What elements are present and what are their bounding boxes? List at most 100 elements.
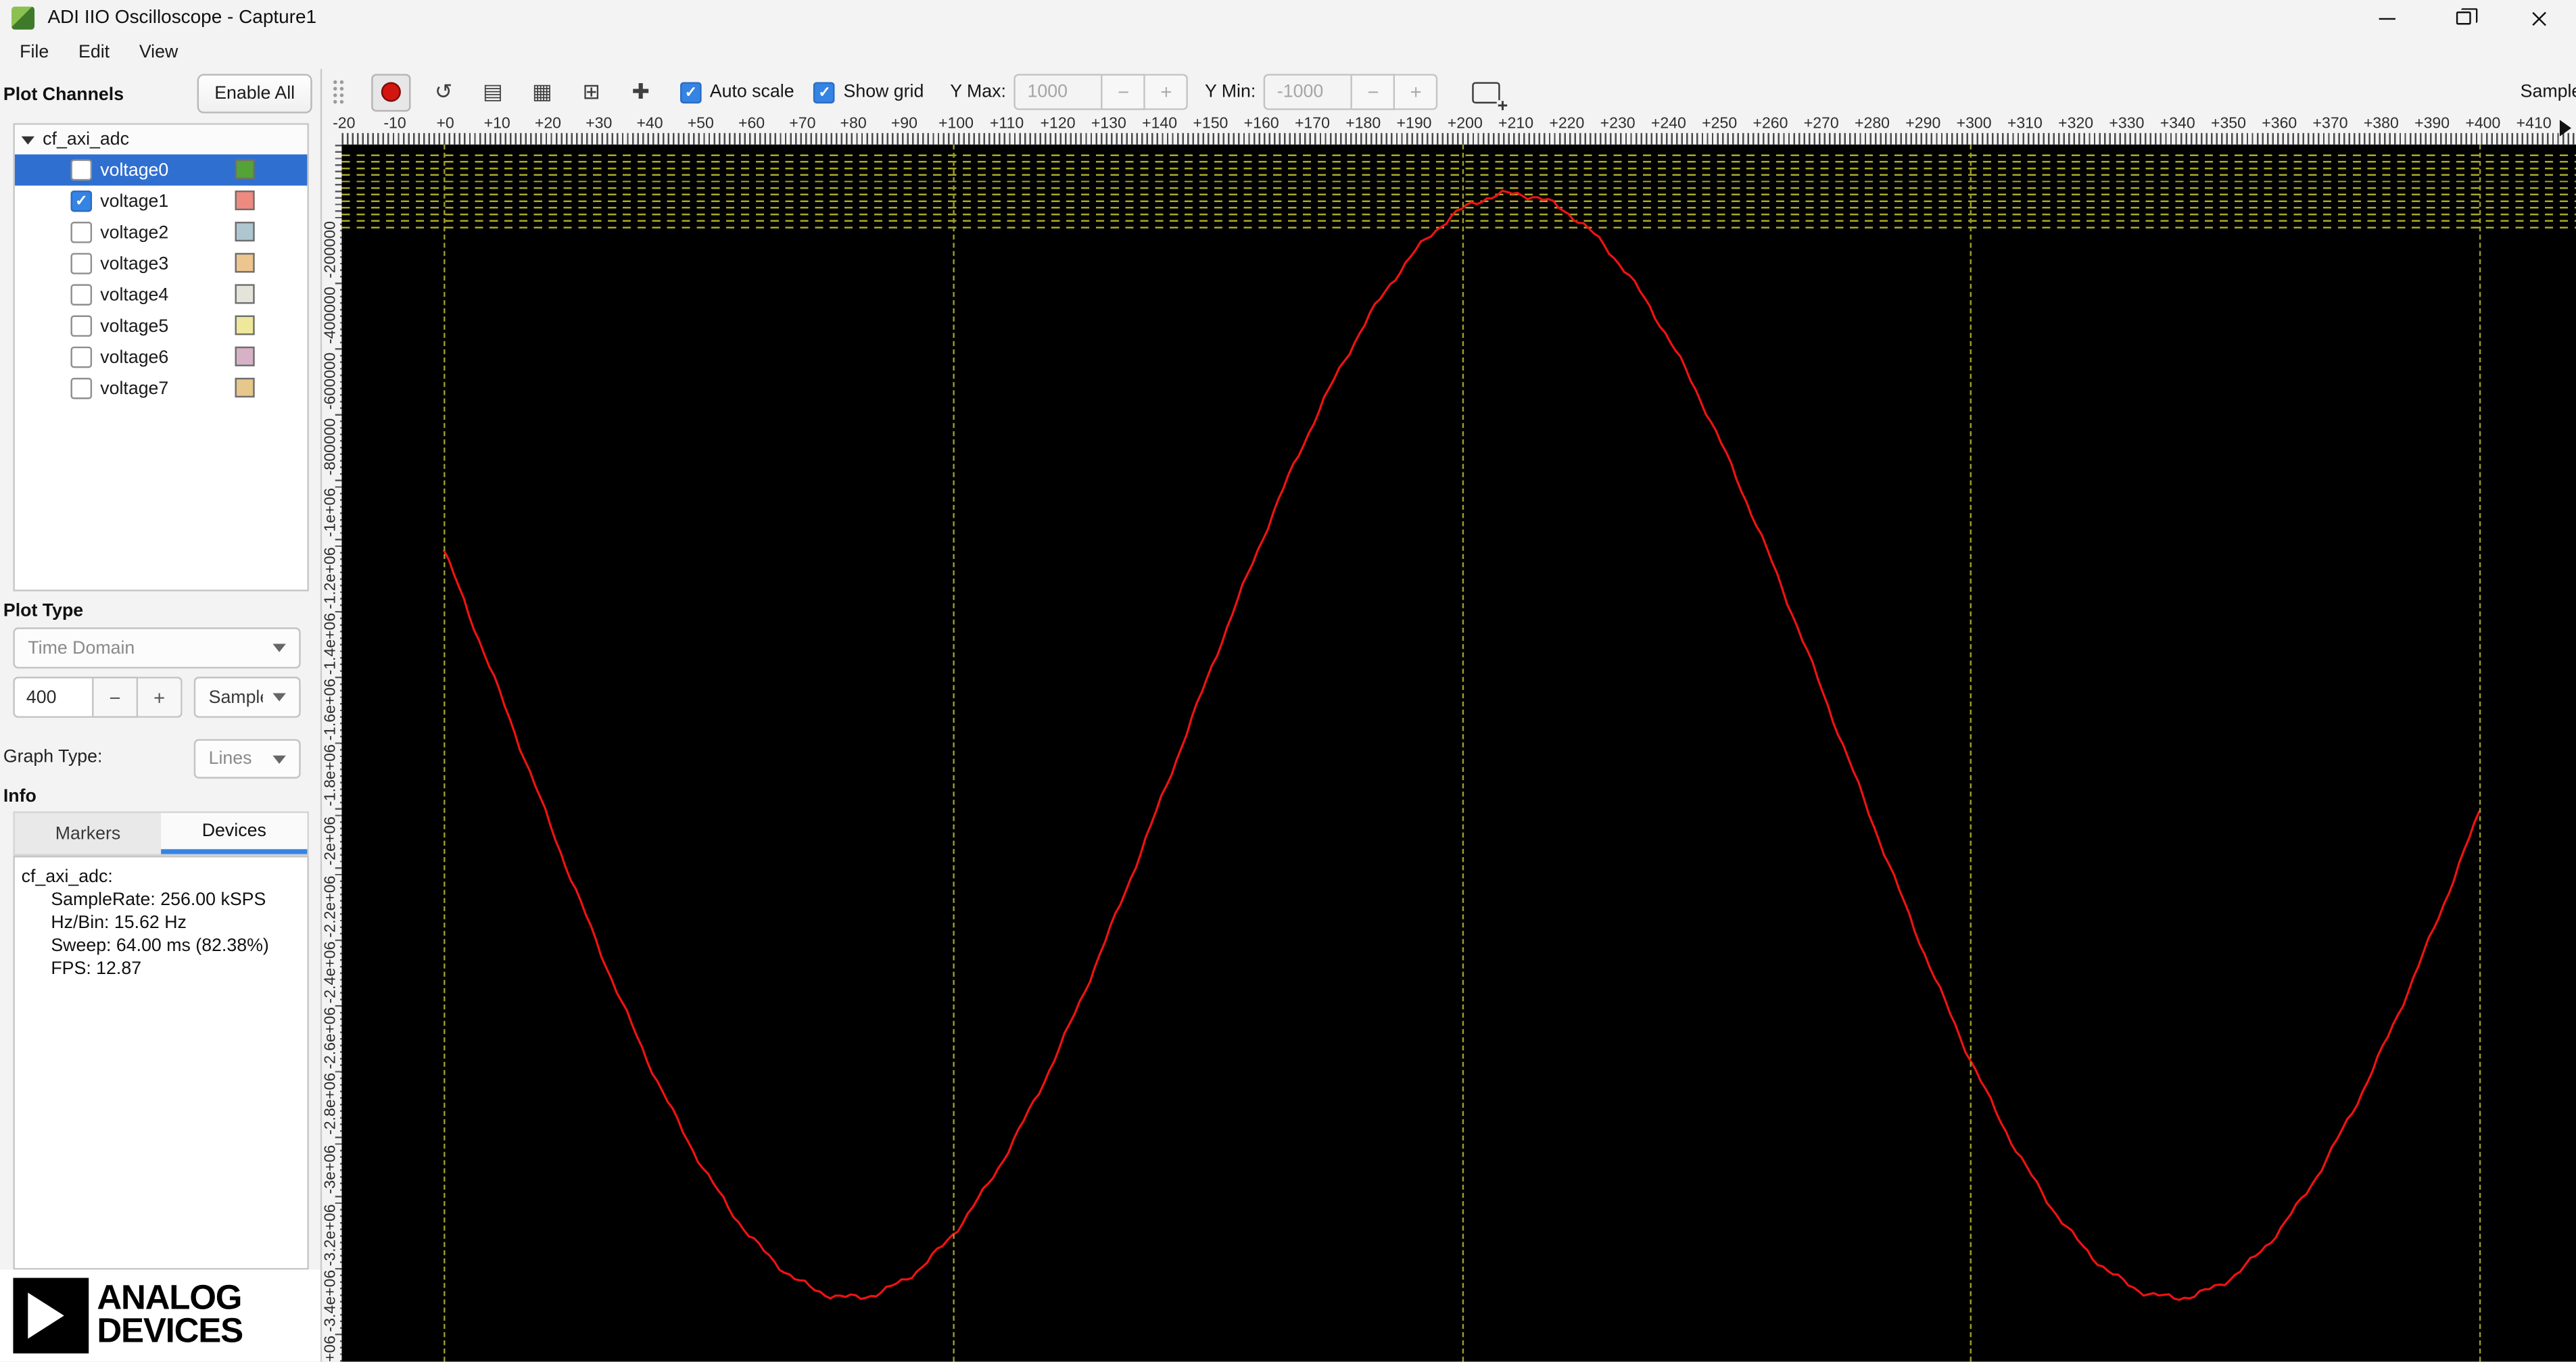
sidebar: Plot Channels Enable All cf_axi_adc volt…	[0, 69, 323, 1362]
expander-icon[interactable]	[21, 135, 35, 144]
x-tick-label: +220	[1549, 115, 1585, 133]
toolbar-grip-icon[interactable]	[331, 78, 345, 105]
channel-label: voltage6	[100, 347, 169, 368]
graph-type-select[interactable]: Lines	[193, 739, 301, 779]
y-tick-label: -1.2e+06	[322, 547, 341, 610]
channel-row-voltage6[interactable]: voltage6	[15, 341, 308, 372]
tab-devices[interactable]: Devices	[161, 812, 308, 854]
y-min-decrement-button[interactable]: −	[1352, 74, 1396, 110]
axis-scroll-right-icon[interactable]	[2559, 120, 2571, 137]
channel-checkbox-voltage6[interactable]	[70, 346, 93, 368]
tab-markers[interactable]: Markers	[15, 813, 161, 854]
channel-row-voltage2[interactable]: voltage2	[15, 217, 308, 248]
auto-scale-toggle[interactable]: ✓ Auto scale	[680, 81, 794, 103]
x-tick-label: +370	[2312, 115, 2348, 133]
y-tick-label: -1.6e+06	[322, 678, 341, 741]
y-min-increment-button[interactable]: +	[1395, 74, 1439, 110]
plot-type-value: Time Domain	[28, 638, 135, 658]
channel-row-voltage4[interactable]: voltage4	[15, 279, 308, 310]
channel-row-voltage0[interactable]: voltage0	[14, 154, 308, 186]
sample-unit-value: Samples	[208, 687, 263, 708]
info-samplerate-line: SampleRate: 256.00 kSPS	[51, 890, 266, 910]
sample-count-increment-button[interactable]: +	[138, 677, 183, 718]
channel-checkbox-voltage5[interactable]	[70, 315, 93, 337]
x-tick-label: +120	[1040, 115, 1076, 133]
device-tree-header[interactable]: cf_axi_adc	[14, 124, 308, 155]
y-max-input[interactable]: 1000	[1014, 74, 1103, 110]
channel-color-swatch[interactable]	[235, 190, 255, 211]
x-axis-ticks	[341, 132, 2576, 145]
vertical-gridline	[1970, 144, 1972, 1362]
channel-color-swatch[interactable]	[235, 284, 255, 304]
channel-checkbox-voltage0[interactable]	[70, 159, 93, 181]
channel-row-voltage5[interactable]: voltage5	[15, 310, 308, 341]
app-window: ADI IIO Oscilloscope - Capture1 File Edi…	[0, 0, 2576, 1362]
save-button[interactable]: ▤	[473, 73, 512, 111]
graph-type-value: Lines	[208, 749, 252, 769]
x-tick-label: +250	[1702, 115, 1738, 133]
vertical-gridline	[1461, 144, 1464, 1362]
channel-checkbox-voltage1[interactable]: ✓	[70, 190, 93, 212]
channel-row-voltage7[interactable]: voltage7	[15, 373, 308, 404]
y-min-input[interactable]: -1000	[1264, 74, 1353, 110]
plot-area[interactable]	[341, 144, 2576, 1362]
sample-count-input[interactable]: 400	[13, 677, 94, 718]
plot-type-select[interactable]: Time Domain	[13, 627, 301, 669]
maximize-button[interactable]	[2425, 0, 2501, 36]
window-layout-button[interactable]: ⊞	[572, 73, 611, 111]
enable-all-button[interactable]: Enable All	[197, 74, 312, 114]
sample-unit-select[interactable]: Samples	[193, 677, 301, 718]
x-axis: -20 -10 +0 +10 +20 +30 +40 +50 +60 +70 +80 +90 +100 +…	[322, 115, 2576, 145]
menu-view[interactable]: View	[124, 39, 193, 66]
capture-pane: ↺ ▤ ▦ ⊞ ✚ ✓ Auto scale ✓ Show grid Y Max…	[322, 69, 2576, 1362]
menu-bar: File Edit View	[0, 36, 2576, 70]
channel-label: voltage1	[100, 191, 169, 212]
close-icon	[2529, 9, 2548, 27]
channel-color-swatch[interactable]	[235, 346, 255, 366]
x-tick-label: +260	[1752, 115, 1788, 133]
channel-color-swatch[interactable]	[235, 253, 255, 273]
close-button[interactable]	[2500, 0, 2576, 36]
device-name: cf_axi_adc	[43, 129, 129, 150]
sample-count-decrement-button[interactable]: −	[93, 677, 139, 718]
channel-row-voltage1[interactable]: ✓ voltage1	[15, 186, 308, 217]
y-max-decrement-button[interactable]: −	[1103, 74, 1146, 110]
chevron-down-icon	[272, 693, 286, 702]
plot-type-label: Plot Type	[3, 601, 84, 621]
vertical-gridline	[2479, 144, 2481, 1362]
channel-color-swatch[interactable]	[235, 222, 255, 242]
info-fps-line: FPS: 12.87	[51, 959, 142, 979]
pan-button[interactable]: ✚	[621, 73, 661, 111]
x-tick-label: -20	[333, 115, 356, 133]
y-min-spinner: -1000 − +	[1264, 74, 1439, 110]
tile-windows-button[interactable]: ▦	[523, 73, 562, 111]
y-max-increment-button[interactable]: +	[1145, 74, 1189, 110]
menu-file[interactable]: File	[5, 39, 64, 66]
auto-scale-checkbox[interactable]: ✓	[680, 81, 702, 103]
menu-edit[interactable]: Edit	[64, 39, 124, 66]
show-grid-toggle[interactable]: ✓ Show grid	[813, 81, 924, 103]
x-tick-label: +140	[1142, 115, 1178, 133]
x-tick-label: +70	[789, 115, 816, 133]
channel-checkbox-voltage3[interactable]	[70, 253, 93, 274]
channel-checkbox-voltage4[interactable]	[70, 284, 93, 306]
y-tick-label: -2e+06	[322, 816, 341, 866]
vertical-gridline	[952, 144, 955, 1362]
channel-color-swatch[interactable]	[235, 159, 255, 179]
channel-row-voltage3[interactable]: voltage3	[15, 248, 308, 279]
minimize-button[interactable]	[2350, 0, 2425, 36]
y-tick-label: -3.6e+06	[322, 1335, 341, 1362]
capture-record-button[interactable]	[371, 73, 411, 112]
y-min-label: Y Min:	[1204, 82, 1256, 102]
y-max-spinner: 1000 − +	[1014, 74, 1189, 110]
channel-color-swatch[interactable]	[235, 377, 255, 398]
show-grid-checkbox[interactable]: ✓	[813, 81, 836, 103]
channel-checkbox-voltage2[interactable]	[70, 222, 93, 243]
x-tick-label: +0	[436, 115, 454, 133]
channel-checkbox-voltage7[interactable]	[70, 377, 93, 399]
channel-list: voltage0 ✓ voltage1 voltage2 voltage3 voltage…	[14, 154, 308, 404]
x-tick-label: +170	[1294, 115, 1330, 133]
single-capture-button[interactable]: ↺	[424, 73, 463, 111]
channel-color-swatch[interactable]	[235, 315, 255, 335]
new-plot-button[interactable]: +	[1461, 73, 1510, 115]
